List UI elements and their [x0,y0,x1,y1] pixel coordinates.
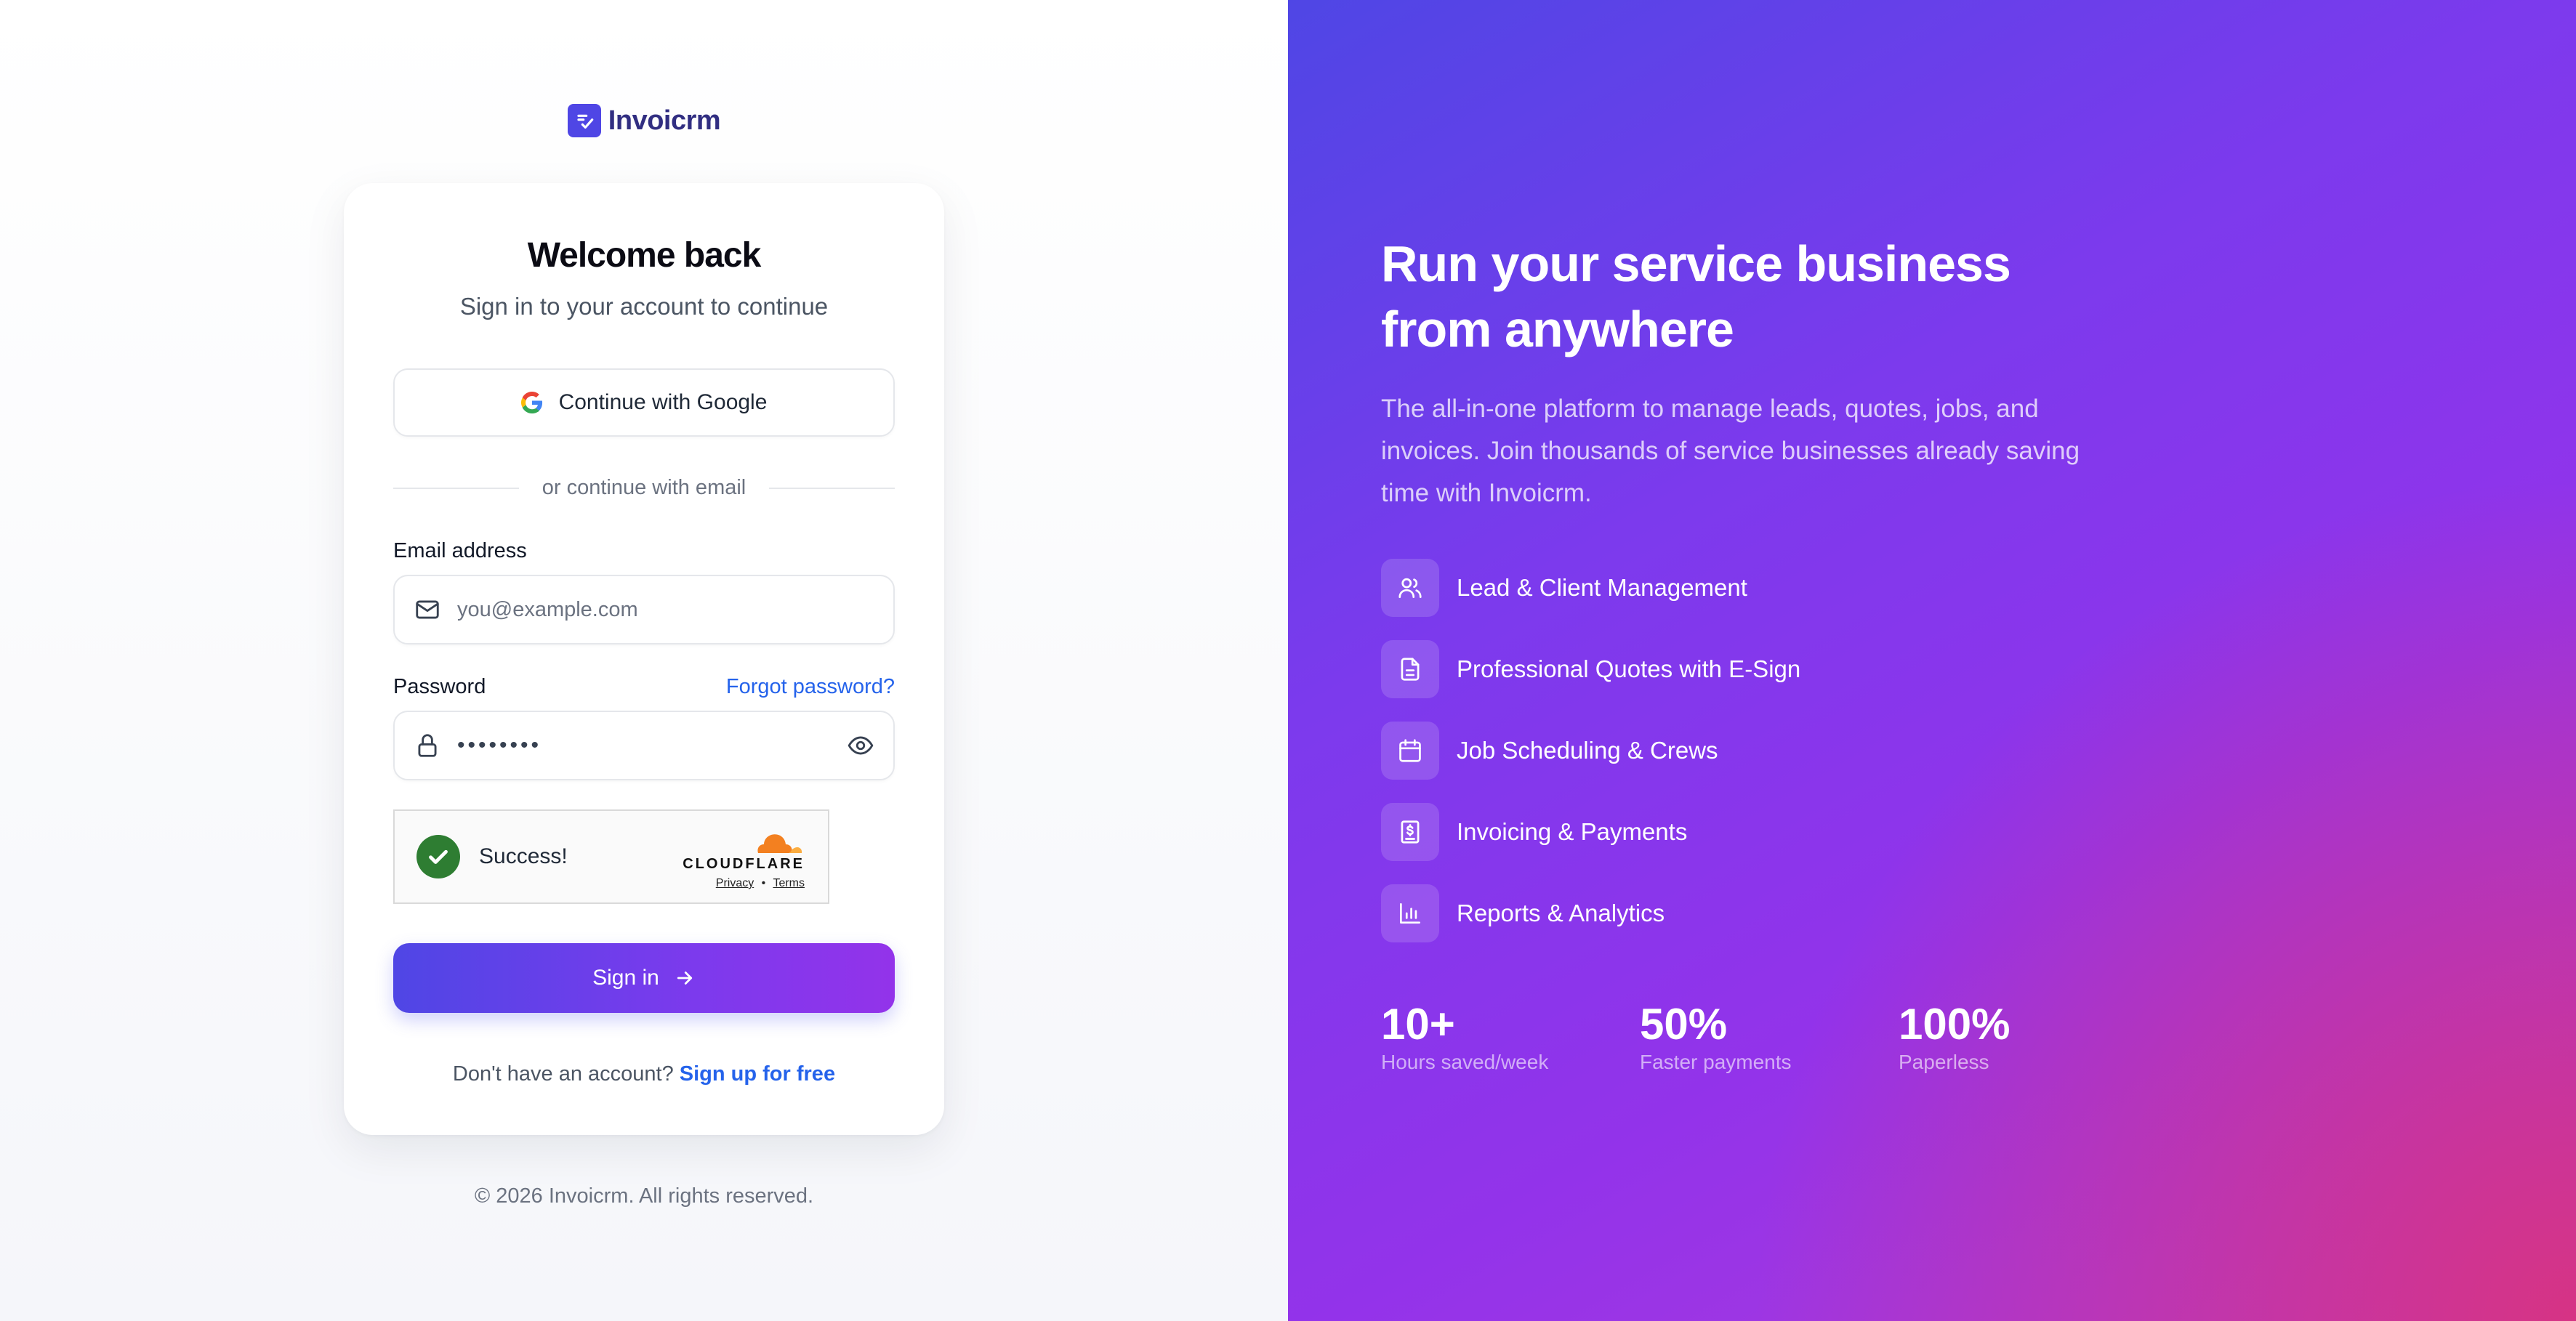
stat-value: 50% [1640,1000,1728,1049]
feature-item: Job Scheduling & Crews [1381,721,2108,780]
google-signin-button[interactable]: Continue with Google [393,368,895,437]
page-subtitle: Sign in to your account to continue [459,293,829,320]
login-panel: Invoicrm Welcome back Sign in to your ac… [0,0,1288,1321]
feature-label: Lead & Client Management [1457,574,1747,601]
email-placeholder: you@example.com [457,597,638,621]
brand-logo[interactable]: Invoicrm [567,102,721,140]
signin-button[interactable]: Sign in [393,943,895,1013]
stat-label: Paperless [1899,1051,1989,1073]
stat-value: 100% [1899,1000,2011,1049]
signin-label: Sign in [592,966,659,990]
logo-check-icon [567,104,601,137]
feature-label: Invoicing & Payments [1457,818,1688,845]
feature-item: Reports & Analytics [1381,884,2108,943]
lock-icon [418,734,437,757]
google-signin-label: Continue with Google [558,390,768,414]
calendar-icon [1381,722,1439,780]
hero-title: Run your service business from anywhere [1381,231,2108,362]
checkmark-icon [416,835,460,878]
captcha-terms-link[interactable]: Terms [773,877,805,889]
divider-line [393,487,519,489]
page-title: Welcome back [527,236,762,275]
hero-section: Run your service business from anywhere … [1381,231,2108,965]
eye-icon[interactable] [847,732,874,759]
forgot-password-link[interactable]: Forgot password? [726,675,895,699]
feature-item: Invoicing & Payments [1381,802,2108,862]
hero-description: The all-in-one platform to manage leads,… [1381,395,2080,507]
password-value: •••••••• [457,733,542,757]
cloudflare-wordmark: CLOUDFLARE [683,856,805,872]
document-icon [1381,640,1439,698]
arrow-right-icon [677,971,692,985]
bar-chart-icon [1381,884,1439,942]
feature-list: Lead & Client Management Professional Qu… [1381,558,2108,943]
email-field[interactable]: you@example.com [393,575,895,645]
stats-row: 10+ Hours saved/week 50% Faster payments… [1381,1001,2157,1074]
captcha-privacy-link[interactable]: Privacy [716,877,754,889]
password-group: Password Forgot password? •••••••• [393,675,895,780]
captcha-widget[interactable]: Success! CLOUDFLARE Privacy • Terms [393,809,829,904]
login-card: Welcome back Sign in to your account to … [344,183,944,1135]
brand-name: Invoicrm [608,105,721,136]
stat-item: 10+ Hours saved/week [1381,1001,1640,1074]
feature-item: Lead & Client Management [1381,558,2108,618]
google-icon [520,392,542,413]
feature-label: Reports & Analytics [1457,900,1665,926]
stat-label: Faster payments [1640,1051,1792,1073]
hero-title-line: from anywhere [1381,301,1734,357]
divider-line [769,487,895,489]
stat-label: Hours saved/week [1381,1051,1549,1073]
hero-title-line: Run your service business [1381,235,2011,292]
divider-text: or continue with email [542,476,746,499]
captcha-status: Success! [479,844,568,868]
cloudflare-logo: CLOUDFLARE Privacy • Terms [683,827,805,890]
signup-prompt: Don't have an account? [452,1062,674,1086]
password-field[interactable]: •••••••• [393,711,895,780]
signup-row: Don't have an account? Sign up for free [393,1062,895,1086]
password-label: Password [393,675,486,698]
users-icon [1381,559,1439,617]
email-label: Email address [393,539,527,562]
feature-label: Professional Quotes with E-Sign [1457,655,1801,682]
invoice-dollar-icon [1381,803,1439,861]
signup-link[interactable]: Sign up for free [680,1062,835,1086]
marketing-panel: Run your service business from anywhere … [1288,0,2576,1321]
stat-value: 10+ [1381,1000,1455,1049]
email-divider: or continue with email [393,476,895,500]
email-group: Email address you@example.com [393,539,895,645]
mail-icon [416,600,439,619]
stat-item: 50% Faster payments [1640,1001,1899,1074]
copyright-text: © 2026 Invoicrm. All rights reserved. [474,1184,814,1208]
feature-item: Professional Quotes with E-Sign [1381,639,2108,699]
cloudflare-cloud-icon [757,834,802,853]
captcha-link-separator: • [761,877,766,889]
stat-item: 100% Paperless [1899,1001,2157,1074]
feature-label: Job Scheduling & Crews [1457,737,1718,764]
